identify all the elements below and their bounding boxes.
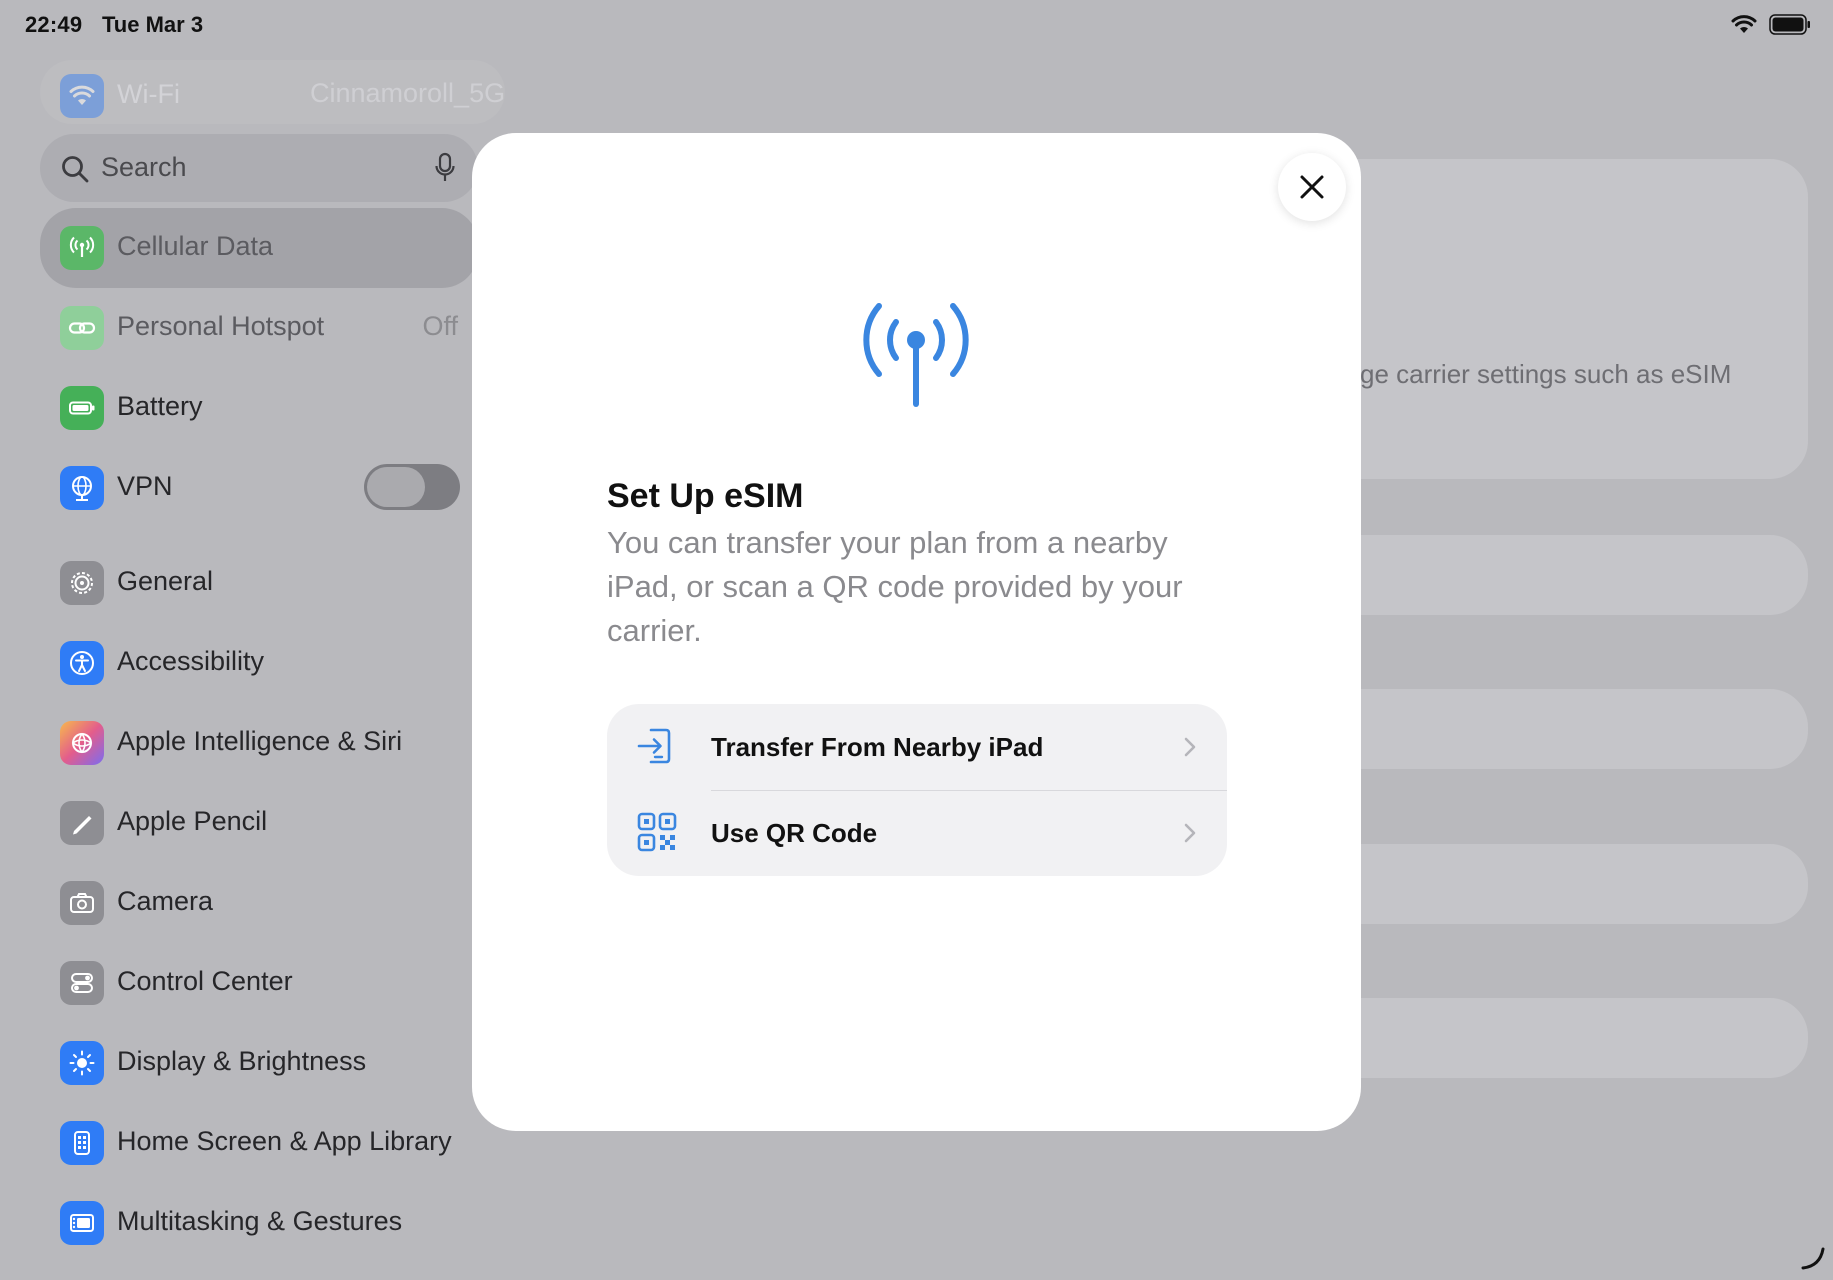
sidebar-item-control-center[interactable]: Control Center	[40, 947, 478, 1019]
vpn-toggle[interactable]	[364, 464, 460, 510]
sun-icon	[60, 1041, 104, 1085]
search-field[interactable]: Search	[40, 134, 478, 202]
sidebar-item-label: Control Center	[117, 966, 293, 996]
wifi-network-name: Cinnamoroll_5G	[310, 78, 506, 108]
sidebar-item-label: Wi-Fi	[117, 79, 180, 109]
antenna-icon	[863, 303, 969, 407]
status-time: 22:49	[25, 12, 83, 37]
sidebar-item-apple-intelligence-siri[interactable]: Apple Intelligence & Siri	[40, 707, 478, 779]
sidebar-item-home-screen-app-library[interactable]: Home Screen & App Library	[40, 1107, 478, 1179]
settings-group-4[interactable]	[1300, 998, 1808, 1078]
close-icon	[1300, 175, 1324, 199]
modal-description: You can transfer your plan from a nearby…	[607, 525, 1183, 648]
sidebar-item-label: VPN	[117, 471, 173, 501]
status-date: Tue Mar 3	[102, 12, 204, 37]
sidebar-item-wifi[interactable]: Wi-Fi Cinnamoroll_5G	[40, 60, 505, 124]
sidebar-item-battery[interactable]: Battery	[40, 372, 478, 444]
sidebar-item-label: Camera	[117, 886, 214, 916]
battery-status-icon	[1769, 14, 1810, 35]
sidebar-item-label: Apple Intelligence & Siri	[117, 726, 403, 756]
settings-sidebar: Wi-Fi Cinnamoroll_5G Search Cellular Dat…	[0, 48, 505, 1280]
sidebar-item-label: Home Screen & App Library	[117, 1126, 452, 1156]
carrier-info-text: ge carrier settings such as eSIM	[1360, 359, 1732, 389]
gear-icon	[60, 561, 104, 605]
battery-icon	[60, 386, 104, 430]
camera-icon	[60, 881, 104, 925]
resize-handle-icon[interactable]	[1800, 1245, 1826, 1271]
chevron-right-icon	[1184, 823, 1196, 843]
status-bar: 22:49 Tue Mar 3	[0, 0, 1833, 48]
sidebar-item-label: Multitasking & Gestures	[117, 1206, 403, 1236]
transfer-icon	[637, 728, 671, 764]
multitasking-icon	[60, 1201, 104, 1245]
toggle-knob	[367, 467, 425, 507]
sidebar-item-label: Display & Brightness	[117, 1046, 367, 1076]
wifi-status-icon	[1731, 15, 1757, 33]
sidebar-item-label: Cellular Data	[117, 231, 274, 261]
sidebar-item-general[interactable]: General	[40, 547, 478, 619]
esim-setup-sheet: Set Up eSIM You can transfer your plan f…	[472, 133, 1361, 1131]
sidebar-item-apple-pencil[interactable]: Apple Pencil	[40, 787, 478, 859]
settings-group-2[interactable]	[1300, 689, 1808, 769]
chevron-right-icon	[1184, 737, 1196, 757]
sidebar-item-accessibility[interactable]: Accessibility	[40, 627, 478, 699]
search-icon	[62, 156, 89, 183]
sidebar-item-cellular-data[interactable]: Cellular Data	[40, 208, 478, 288]
sidebar-item-personal-hotspot[interactable]: Personal Hotspot Off	[40, 292, 478, 364]
home-screen-icon	[60, 1121, 104, 1165]
link-icon	[60, 306, 104, 350]
microphone-icon[interactable]	[434, 152, 456, 184]
sidebar-item-camera[interactable]: Camera	[40, 867, 478, 939]
setup-options-list: Transfer From Nearby iPad Use QR Code	[607, 704, 1227, 876]
sidebar-item-label: General	[117, 566, 214, 596]
globe-icon	[60, 466, 104, 510]
search-input[interactable]: Search	[101, 152, 187, 183]
modal-title: Set Up eSIM	[607, 477, 804, 515]
sidebar-item-label: Apple Pencil	[117, 806, 268, 836]
settings-group-1[interactable]	[1300, 535, 1808, 615]
wifi-icon	[60, 74, 104, 118]
sidebar-item-label: Accessibility	[117, 646, 265, 676]
sidebar-item-multitasking-gestures[interactable]: Multitasking & Gestures	[40, 1187, 478, 1259]
accessibility-icon	[60, 641, 104, 685]
sidebar-item-label: Battery	[117, 391, 203, 421]
option-label: Transfer From Nearby iPad	[711, 732, 1044, 762]
antenna-icon	[60, 226, 104, 270]
sidebar-item-label: Personal Hotspot	[117, 311, 325, 341]
carrier-info-card	[1300, 159, 1808, 479]
settings-group-3[interactable]	[1300, 844, 1808, 924]
hotspot-status: Off	[422, 311, 458, 341]
siri-icon	[60, 721, 104, 765]
pencil-icon	[60, 801, 104, 845]
close-button[interactable]	[1278, 153, 1346, 221]
toggles-icon	[60, 961, 104, 1005]
use-qr-code-button[interactable]: Use QR Code	[607, 790, 1227, 876]
transfer-from-nearby-ipad-button[interactable]: Transfer From Nearby iPad	[607, 704, 1227, 791]
option-label: Use QR Code	[711, 818, 878, 848]
qr-code-icon	[637, 812, 677, 852]
sidebar-item-vpn[interactable]: VPN	[40, 452, 478, 524]
sidebar-item-display-brightness[interactable]: Display & Brightness	[40, 1027, 478, 1099]
